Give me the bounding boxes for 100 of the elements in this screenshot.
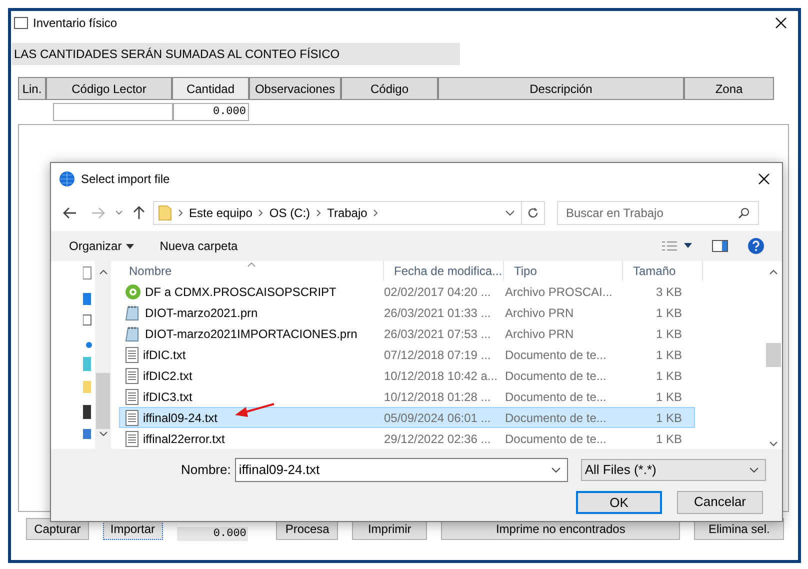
file-name: ifDIC.txt: [143, 346, 186, 364]
address-bar[interactable]: Este equipo OS (C:) Trabajo: [153, 201, 545, 225]
help-icon[interactable]: [748, 238, 764, 254]
back-arrow-icon[interactable]: [63, 207, 77, 219]
column-header[interactable]: Fecha de modifica...: [384, 261, 504, 281]
file-type: Archivo PROSCAI...: [504, 284, 614, 300]
close-icon[interactable]: [758, 173, 770, 185]
file-name: DF a CDMX.PROSCAISOPSCRIPT: [145, 284, 336, 300]
file-row[interactable]: ifDIC.txt 07/12/2018 07:19 ... Documento de te... 1 KB: [119, 344, 695, 365]
view-options-icon[interactable]: [662, 241, 692, 251]
folder-icon: [158, 205, 172, 221]
chevron-right-icon: [178, 209, 183, 217]
new-folder-button[interactable]: Nueva carpeta: [160, 237, 238, 255]
globe-icon: [59, 171, 75, 187]
file-date: 29/12/2022 02:36 ...: [383, 430, 492, 448]
column-header[interactable]: Observaciones: [249, 77, 341, 100]
organize-menu[interactable]: Organizar: [69, 237, 134, 255]
search-field[interactable]: Buscar en Trabajo: [557, 201, 759, 225]
cancel-button[interactable]: Cancelar: [677, 490, 763, 514]
file-date: 10/12/2018 10:42 a...: [383, 368, 498, 384]
refresh-icon[interactable]: [527, 207, 539, 219]
file-name: iffinal22error.txt: [143, 430, 225, 448]
file-type: Documento de te...: [504, 368, 608, 384]
chevron-down-icon[interactable]: [505, 210, 515, 216]
caret-icon: [126, 244, 134, 248]
file-size: 1 KB: [654, 368, 683, 384]
file-size: 3 KB: [654, 284, 683, 300]
up-arrow-icon[interactable]: [133, 206, 145, 220]
file-date: 26/03/2021 01:33 ...: [383, 304, 492, 322]
file-date: 10/12/2018 01:28 ...: [383, 388, 492, 406]
breadcrumb-item[interactable]: Trabajo: [327, 204, 368, 222]
column-header[interactable]: Cantidad: [172, 77, 249, 100]
close-icon[interactable]: [775, 17, 787, 29]
chevron-right-icon: [316, 209, 322, 217]
column-header[interactable]: Código: [341, 77, 438, 100]
file-type: Documento de te...: [504, 388, 608, 406]
file-type: Archivo PRN: [504, 304, 575, 322]
file-type: Documento de te...: [504, 410, 608, 426]
text-file-icon: [125, 368, 139, 384]
total-field: 0.000: [176, 527, 248, 541]
notepad-icon: [125, 326, 141, 342]
scroll-thumb[interactable]: [766, 343, 781, 367]
file-row[interactable]: DIOT-marzo2021.prn 26/03/2021 01:33 ... Archivo PRN 1 KB: [119, 302, 695, 323]
chevron-up-icon[interactable]: [98, 269, 108, 275]
file-name: iffinal09-24.txt: [143, 410, 218, 426]
chevron-right-icon: [373, 209, 378, 217]
file-type-dropdown[interactable]: All Files (*.*): [580, 459, 766, 481]
file-type: Documento de te...: [504, 430, 608, 448]
notice-banner: LAS CANTIDADES SERÁN SUMADAS AL CONTEO FÍSICO: [12, 43, 460, 65]
file-size: 1 KB: [654, 410, 683, 426]
chevron-down-icon[interactable]: [98, 431, 108, 437]
column-header[interactable]: Nombre: [119, 261, 384, 281]
file-date: 05/09/2024 06:01 ...: [383, 410, 492, 426]
filename-label: Nombre:: [181, 461, 231, 480]
column-header[interactable]: Zona: [684, 77, 774, 100]
chevron-down-icon[interactable]: [748, 467, 759, 473]
chevron-up-icon[interactable]: [769, 269, 778, 275]
dialog-title: Select import file: [81, 171, 170, 188]
filename-field[interactable]: iffinal09-24.txt: [234, 458, 568, 482]
file-name: DIOT-marzo2021.prn: [145, 304, 258, 322]
file-row[interactable]: iffinal22error.txt 29/12/2022 02:36 ... Documento de te... 1 KB: [119, 428, 695, 449]
text-file-icon: [125, 388, 139, 404]
file-size: 1 KB: [654, 304, 683, 322]
arrow-annotation: [234, 402, 276, 418]
column-header[interactable]: Tipo: [504, 261, 623, 281]
window-title: Inventario físico: [33, 15, 118, 32]
file-row[interactable]: iffinal09-24.txt 05/09/2024 06:01 ... Documento de te... 1 KB: [119, 407, 695, 428]
scroll-thumb[interactable]: [96, 373, 110, 429]
file-row[interactable]: DIOT-marzo2021IMPORTACIONES.prn 26/03/2021 07:53 ... Archivo PRN 1 KB: [119, 323, 695, 344]
column-header[interactable]: Lin.: [18, 77, 46, 100]
text-file-icon: [125, 346, 139, 362]
file-date: 07/12/2018 07:19 ...: [383, 346, 492, 364]
file-type: Archivo PRN: [504, 326, 575, 342]
file-row[interactable]: DF a CDMX.PROSCAISOPSCRIPT 02/02/2017 04:20 ... Archivo PROSCAI... 3 KB: [119, 281, 695, 302]
column-header[interactable]: Tamaño: [623, 261, 703, 281]
breadcrumb-item[interactable]: Este equipo: [189, 204, 252, 222]
file-date: 26/03/2021 07:53 ...: [383, 326, 492, 342]
chevron-down-icon[interactable]: [769, 441, 778, 447]
file-type: Documento de te...: [504, 346, 608, 364]
column-header[interactable]: Descripción: [438, 77, 684, 100]
text-file-icon: [125, 410, 139, 426]
file-size: 1 KB: [654, 346, 683, 364]
code-input-field[interactable]: [53, 103, 173, 121]
chevron-right-icon: [258, 209, 264, 217]
file-size: 1 KB: [654, 388, 683, 406]
notepad-icon: [125, 304, 141, 320]
file-row[interactable]: ifDIC3.txt 10/12/2018 01:28 ... Documento de te... 1 KB: [119, 386, 695, 407]
file-name: DIOT-marzo2021IMPORTACIONES.prn: [145, 326, 358, 342]
window-icon: [14, 17, 28, 29]
sort-up-icon: [247, 262, 256, 267]
ok-button[interactable]: OK: [576, 490, 662, 514]
preview-pane-icon[interactable]: [712, 240, 728, 252]
breadcrumb-item[interactable]: OS (C:): [269, 204, 310, 222]
file-date: 02/02/2017 04:20 ...: [383, 284, 492, 300]
file-row[interactable]: ifDIC2.txt 10/12/2018 10:42 a... Documento de te... 1 KB: [119, 365, 695, 386]
quantity-input-field[interactable]: 0.000: [173, 103, 249, 121]
file-size: 1 KB: [654, 430, 683, 448]
file-name: ifDIC2.txt: [143, 368, 192, 384]
column-header[interactable]: Código Lector: [46, 77, 172, 100]
chevron-down-icon[interactable]: [550, 467, 561, 473]
